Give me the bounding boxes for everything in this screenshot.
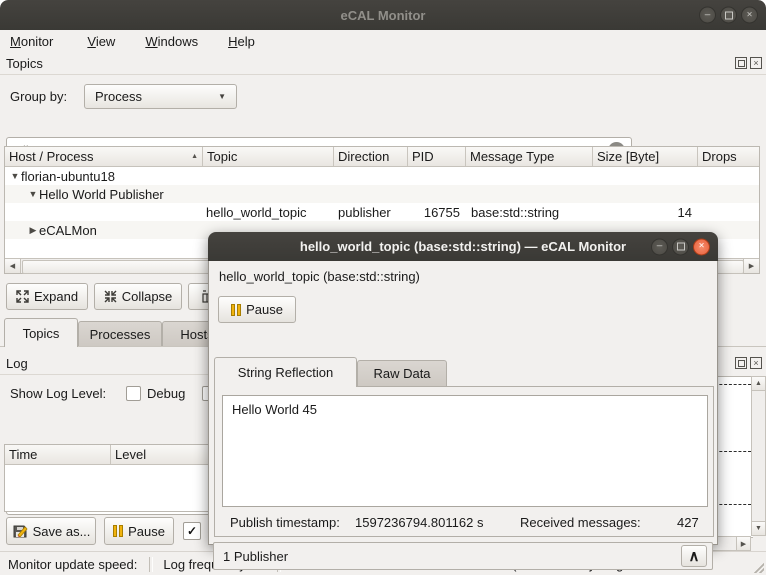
pause-icon [231, 303, 242, 316]
column-size[interactable]: Size [Byte] [593, 147, 698, 166]
tab-raw-data[interactable]: Raw Data [357, 360, 447, 387]
menu-help[interactable]: Help [220, 30, 263, 52]
minimize-icon[interactable]: – [699, 6, 716, 24]
menu-bar: Monitor View Windows Help [0, 30, 766, 52]
menu-view[interactable]: View [79, 30, 123, 52]
process-group-label: Hello World Publisher [39, 186, 164, 202]
pause-icon [113, 525, 124, 537]
check-icon: ✓ [186, 524, 198, 538]
host-group-label: florian-ubuntu18 [21, 168, 115, 184]
log-pause-button[interactable]: Pause [104, 517, 174, 545]
reflection-pane: Hello World 45 Publish timestamp: 159723… [214, 386, 714, 537]
expanded-icon[interactable]: ▼ [27, 189, 39, 199]
log-dock-controls: × [735, 357, 762, 369]
status-separator [149, 556, 154, 572]
scroll-up-icon[interactable]: ▲ [752, 377, 765, 391]
close-icon[interactable]: × [693, 238, 710, 255]
group-by-label: Group by: [10, 89, 68, 104]
menu-monitor[interactable]: Monitor [2, 30, 61, 52]
scroll-down-icon[interactable]: ▼ [752, 521, 765, 535]
ecal-monitor-window: eCAL Monitor – × Monitor View Windows He… [0, 0, 766, 575]
column-direction[interactable]: Direction [334, 147, 408, 166]
autoscroll-checkbox[interactable]: ✓ [183, 522, 201, 540]
topics-dock-controls: × [735, 57, 762, 69]
maximize-icon[interactable] [720, 6, 737, 24]
cell-message-type: base:std::string [471, 204, 560, 220]
close-icon[interactable]: × [741, 6, 758, 24]
save-icon [13, 525, 28, 538]
status-monitor-speed: Monitor update speed: [8, 556, 138, 572]
right-panel-vscrollbar[interactable]: ▲ ▼ [751, 376, 766, 536]
publish-timestamp-label: Publish timestamp: [230, 515, 340, 530]
dialog-heading: hello_world_topic (base:std::string) [219, 269, 420, 284]
collapse-button[interactable]: Collapse [94, 283, 182, 310]
column-topic[interactable]: Topic [203, 147, 334, 166]
tab-string-reflection[interactable]: String Reflection [214, 357, 357, 387]
save-as-button[interactable]: Save as... [6, 517, 96, 545]
column-time[interactable]: Time [5, 445, 111, 464]
publisher-bar[interactable]: 1 Publisher ∧ [213, 542, 713, 570]
group-by-value: Process [95, 89, 142, 104]
column-message-type[interactable]: Message Type [466, 147, 593, 166]
chevron-down-icon: ▼ [218, 92, 226, 101]
table-row-host-group[interactable]: ▼ florian-ubuntu18 [5, 167, 759, 185]
show-log-level-label: Show Log Level: [10, 386, 107, 401]
column-drops[interactable]: Drops [698, 147, 755, 166]
dock-close-icon[interactable]: × [750, 357, 762, 369]
log-dock-title: Log [6, 356, 28, 371]
collapsed-icon[interactable]: ▶ [27, 225, 39, 236]
dialog-body: hello_world_topic (base:std::string) Pau… [208, 261, 718, 545]
column-pid[interactable]: PID [408, 147, 466, 166]
message-area[interactable]: Hello World 45 [222, 395, 708, 507]
dialog-titlebar[interactable]: hello_world_topic (base:std::string) — e… [208, 232, 718, 262]
expand-icon [16, 290, 29, 303]
scroll-right-icon[interactable]: ▶ [743, 259, 759, 273]
reflection-dialog: hello_world_topic (base:std::string) — e… [208, 232, 718, 570]
cell-pid: 16755 [423, 204, 460, 220]
dialog-pause-button[interactable]: Pause [218, 296, 296, 323]
tab-topics[interactable]: Topics [4, 318, 78, 347]
scroll-left-icon[interactable]: ◀ [5, 259, 21, 273]
expanded-icon[interactable]: ▼ [9, 171, 21, 181]
tab-processes[interactable]: Processes [78, 321, 162, 347]
column-host-process[interactable]: Host / Process ▲ [5, 147, 203, 166]
dialog-window-controls: – × [651, 238, 710, 255]
float-icon[interactable] [735, 357, 747, 369]
table-row-topic[interactable]: hello_world_topic publisher 16755 base:s… [5, 203, 759, 221]
debug-checkbox[interactable] [126, 386, 141, 401]
float-icon[interactable] [735, 57, 747, 69]
window-title: eCAL Monitor [340, 7, 426, 23]
maximize-icon[interactable] [672, 238, 689, 255]
expand-button[interactable]: Expand [6, 283, 88, 310]
cell-size: 14 [677, 204, 692, 220]
size-grip[interactable] [751, 560, 764, 573]
publisher-count: 1 Publisher [223, 548, 289, 564]
topics-table-header: Host / Process ▲ Topic Direction PID Mes… [5, 147, 759, 167]
menu-windows[interactable]: Windows [137, 30, 206, 52]
debug-label: Debug [147, 386, 186, 401]
message-text: Hello World 45 [232, 402, 318, 417]
table-row-process-group[interactable]: ▼ Hello World Publisher [5, 185, 759, 203]
sort-ascending-icon: ▲ [191, 153, 198, 160]
dock-close-icon[interactable]: × [750, 57, 762, 69]
scroll-right-icon[interactable]: ▶ [736, 537, 750, 550]
chevron-up-icon: ∧ [688, 548, 700, 565]
main-titlebar[interactable]: eCAL Monitor – × [0, 0, 766, 31]
group-by-select[interactable]: Process ▼ [84, 84, 237, 109]
topics-dock-title: Topics [6, 56, 43, 71]
topics-dock-separator [0, 74, 766, 75]
minimize-icon[interactable]: – [651, 238, 668, 255]
collapse-icon [104, 290, 117, 303]
collapsed-group-label: eCALMon [39, 222, 97, 238]
cell-topic: hello_world_topic [206, 204, 307, 220]
dialog-title: hello_world_topic (base:std::string) — e… [299, 239, 627, 254]
window-controls: – × [699, 6, 758, 24]
collapse-details-button[interactable]: ∧ [681, 545, 707, 567]
publish-timestamp-value: 1597236794.801162 s [355, 515, 484, 530]
received-messages-value: 427 [677, 515, 699, 530]
received-messages-label: Received messages: [520, 515, 641, 530]
cell-direction: publisher [338, 204, 391, 220]
